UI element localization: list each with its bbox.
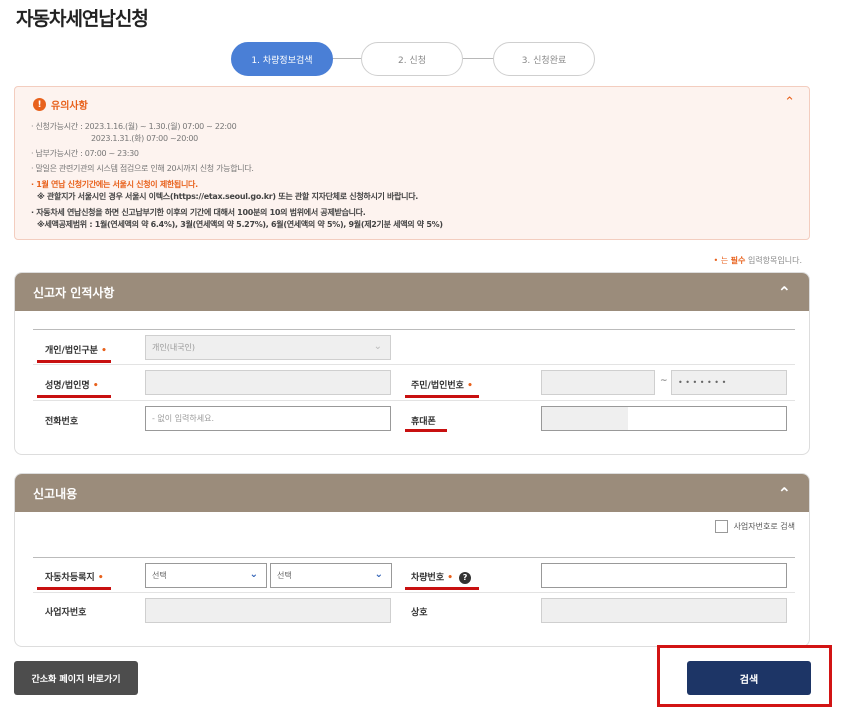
biz-number-label: 사업자번호: [45, 608, 87, 618]
notice-line: · 신청가능시간 : 2023.1.16.(월) ~ 1.30.(월) 07:0…: [31, 122, 237, 131]
notice-title: 유의사항: [51, 101, 88, 112]
id-front-field[interactable]: [541, 370, 655, 395]
reporter-panel-header[interactable]: 신고자 인적사항 ⌃: [15, 273, 809, 311]
notice-line: · 납부가능시간 : 07:00 ~ 23:30: [31, 149, 139, 158]
highlight-underline: [37, 360, 111, 363]
form-row: 성명/법인명 • 주민/법인번호 • ~ • • • • • • •: [33, 365, 795, 401]
biz-search-option[interactable]: 사업자번호로 검색: [714, 520, 795, 533]
report-panel: 신고내용 ⌃ 사업자번호로 검색 자동차등록지 • 선택 ⌄ 선택 ⌄ 차량번호…: [14, 473, 810, 647]
panel-title: 신고내용: [33, 486, 78, 501]
warning-icon: !: [33, 98, 46, 111]
chevron-up-icon[interactable]: ⌃: [784, 95, 795, 110]
id-label: 주민/법인번호 •: [411, 381, 473, 391]
name-label-text: 성명/법인명: [45, 381, 90, 391]
step-3: 3. 신청완료: [493, 42, 595, 76]
region-select-1[interactable]: 선택 ⌄: [145, 563, 267, 588]
required-note-suffix: 입력항목입니다.: [747, 256, 802, 265]
highlight-underline: [405, 395, 479, 398]
step-2: 2. 신청: [361, 42, 463, 76]
help-icon[interactable]: ?: [459, 571, 472, 584]
highlight-underline: [37, 587, 111, 590]
notice-line: · 말일은 관련기관의 시스템 점검으로 인해 20시까지 신청 가능합니다.: [31, 164, 254, 173]
registration-label: 자동차등록지 •: [45, 573, 104, 583]
mobile-field[interactable]: [541, 406, 787, 431]
highlight-underline: [37, 395, 111, 398]
person-type-value: 개인(내국인): [152, 343, 196, 352]
region-select-2[interactable]: 선택 ⌄: [270, 563, 392, 588]
type-label-text: 개인/법인구분: [45, 346, 98, 356]
highlight-underline: [405, 429, 447, 432]
mobile-label: 휴대폰: [411, 417, 436, 427]
required-note: • 는 필수 입력항목입니다.: [713, 255, 802, 266]
progress-stepper: 1. 차량정보검색 2. 신청 3. 신청완료: [231, 42, 595, 76]
panel-title: 신고자 인적사항: [33, 285, 115, 300]
chevron-down-icon: ⌄: [373, 341, 382, 352]
simple-page-button[interactable]: 간소화 페이지 바로가기: [14, 661, 138, 695]
type-label: 개인/법인구분 •: [45, 346, 107, 356]
report-panel-header[interactable]: 신고내용 ⌃: [15, 474, 809, 512]
step-1: 1. 차량정보검색: [231, 42, 333, 76]
notice-box: ! 유의사항 ⌃ · 신청가능시간 : 2023.1.16.(월) ~ 1.30…: [14, 86, 810, 240]
notice-line: · 1월 연납 신청기간에는 서울시 신청이 제한됩니다.: [31, 180, 198, 189]
notice-line: ※ 관할지가 서울시인 경우 서울시 이텍스(https://etax.seou…: [37, 192, 419, 201]
step-connector: [331, 58, 363, 59]
plate-number-input[interactable]: [541, 563, 787, 588]
plate-label-text: 차량번호: [411, 573, 445, 583]
notice-line: 2023.1.31.(화) 07:00 ~20:00: [91, 134, 198, 143]
required-note-emphasis: 필수: [730, 256, 746, 265]
registration-label-text: 자동차등록지: [45, 573, 95, 583]
notice-line: · 자동차세 연납신청을 하면 신고납부기한 이후의 기간에 대해서 100분의…: [31, 208, 366, 217]
search-button[interactable]: 검색: [687, 661, 811, 695]
chevron-down-icon: ⌄: [374, 569, 383, 580]
biz-search-checkbox[interactable]: [714, 520, 728, 533]
step-connector: [463, 58, 495, 59]
notice-header: ! 유의사항: [33, 97, 88, 112]
form-row: 자동차등록지 • 선택 ⌄ 선택 ⌄ 차량번호 •?: [33, 557, 795, 593]
company-label: 상호: [411, 608, 428, 618]
person-type-select[interactable]: 개인(내국인) ⌄: [145, 335, 391, 360]
chevron-down-icon: ⌄: [249, 569, 258, 580]
required-note-prefix: • 는: [713, 256, 729, 265]
chevron-up-icon[interactable]: ⌃: [778, 484, 791, 503]
form-row: 전화번호 - 없이 입력하세요. 휴대폰: [33, 401, 795, 437]
page-title: 자동차세연납신청: [16, 8, 149, 30]
name-field[interactable]: [145, 370, 391, 395]
region-select-1-value: 선택: [152, 571, 167, 580]
biz-number-field[interactable]: [145, 598, 391, 623]
form-row: 사업자번호 상호: [33, 593, 795, 629]
company-field[interactable]: [541, 598, 787, 623]
form-row: 개인/법인구분 • 개인(내국인) ⌄: [33, 329, 795, 365]
phone-label: 전화번호: [45, 417, 79, 427]
plate-label: 차량번호 •?: [411, 570, 472, 584]
phone-input[interactable]: - 없이 입력하세요.: [145, 406, 391, 431]
id-separator: ~: [660, 376, 668, 386]
region-select-2-value: 선택: [277, 571, 292, 580]
id-label-text: 주민/법인번호: [411, 381, 464, 391]
id-back-field[interactable]: • • • • • • •: [671, 370, 787, 395]
reporter-panel: 신고자 인적사항 ⌃ 개인/법인구분 • 개인(내국인) ⌄ 성명/법인명 • …: [14, 272, 810, 455]
biz-search-label: 사업자번호로 검색: [733, 522, 795, 531]
highlight-underline: [405, 587, 479, 590]
notice-line: ※세액공제범위 : 1월(연세액의 약 6.4%), 3월(연세액의 약 5.2…: [37, 220, 443, 229]
phone-placeholder: - 없이 입력하세요.: [152, 414, 215, 423]
chevron-up-icon[interactable]: ⌃: [778, 283, 791, 302]
name-label: 성명/법인명 •: [45, 381, 99, 391]
